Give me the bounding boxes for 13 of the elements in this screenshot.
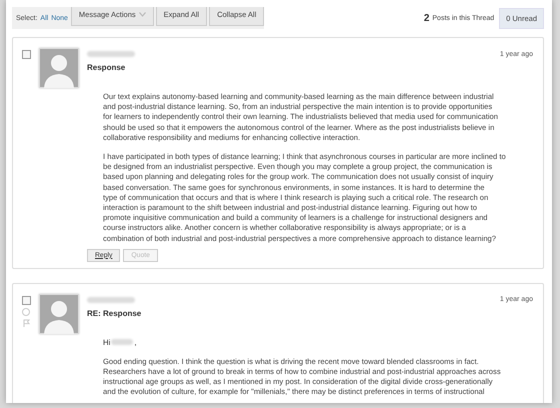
post-count: 2 [424, 12, 430, 24]
redacted-name [87, 51, 135, 57]
caret-icon [138, 12, 146, 16]
avatar-icon [39, 48, 79, 88]
redacted-name [111, 339, 134, 346]
checkbox[interactable] [22, 50, 30, 59]
circle-icon[interactable] [22, 308, 30, 316]
flag-icon[interactable] [22, 318, 30, 327]
post-subject: Response [87, 63, 126, 72]
checkbox[interactable] [22, 296, 30, 305]
post-subject: RE: Response [87, 308, 142, 318]
avatar-icon [39, 294, 79, 334]
redacted-name [87, 296, 135, 303]
